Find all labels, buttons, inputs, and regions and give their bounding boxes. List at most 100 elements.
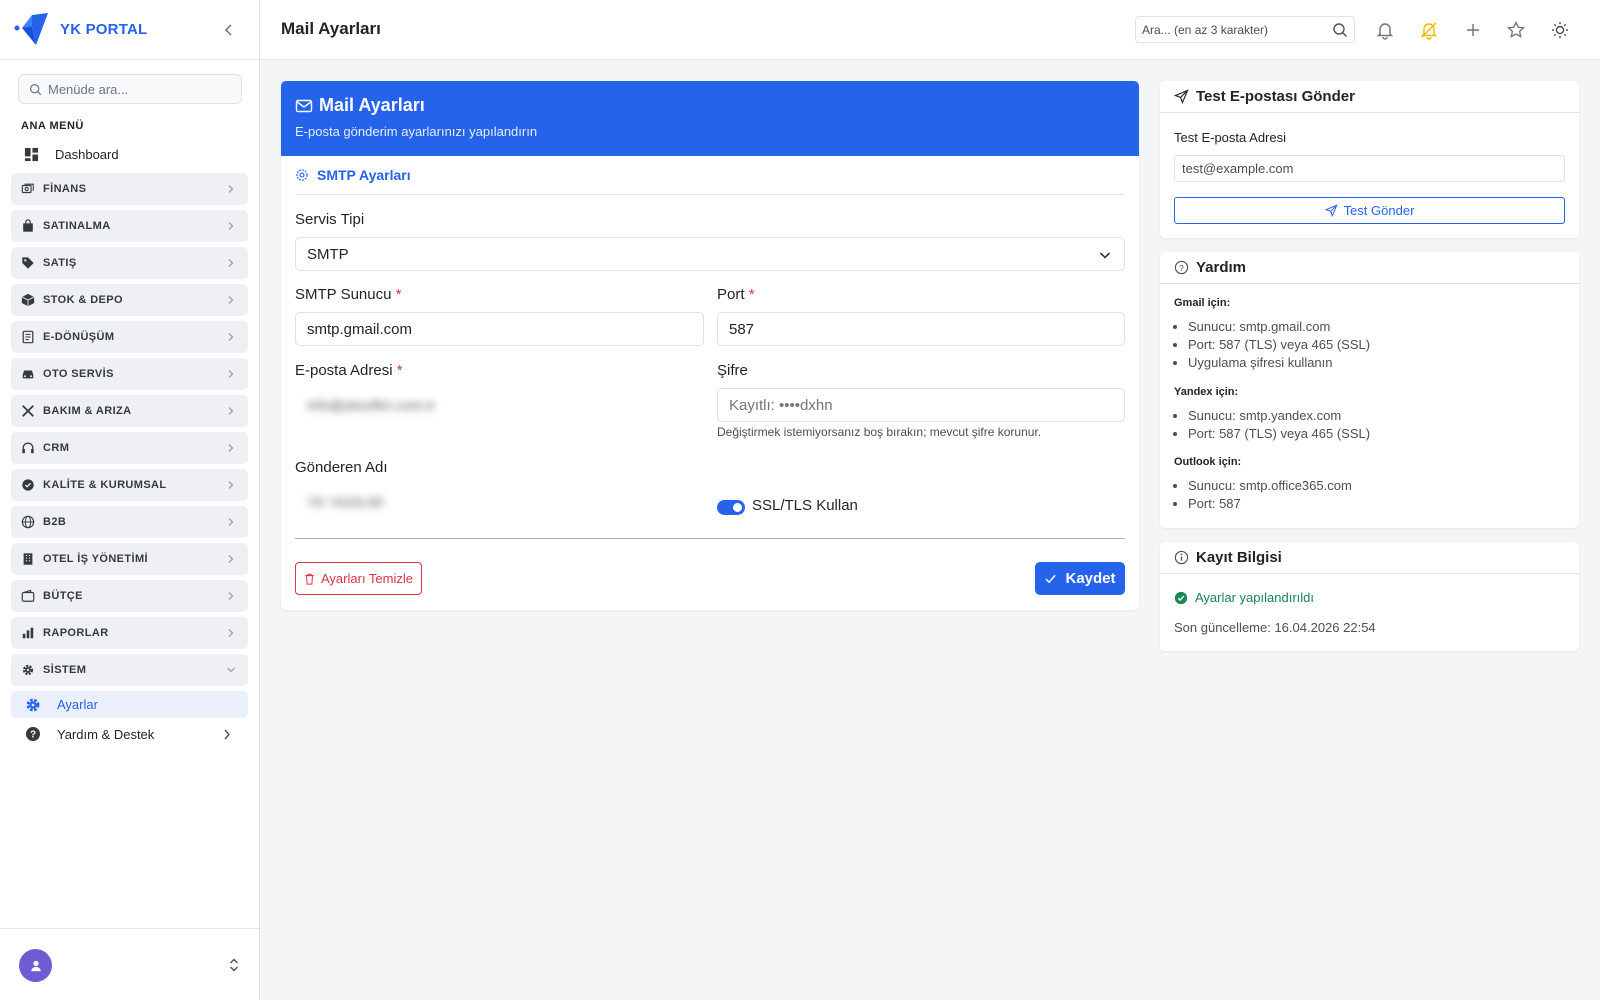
yandex-heading: Yandex için: <box>1174 386 1239 398</box>
chevron-right-icon <box>228 481 234 489</box>
help-card: ? Yardım Gmail için: Sunucu: smtp.gmail.… <box>1160 252 1579 528</box>
gmail-list: Sunucu: smtp.gmail.com Port: 587 (TLS) v… <box>1188 318 1370 372</box>
sidebar-group-label: KALİTE & KURUMSAL <box>43 479 167 491</box>
password-label: Şifre <box>717 362 748 379</box>
send-test-button[interactable]: Test Gönder <box>1174 197 1565 224</box>
envelope-icon <box>295 99 313 112</box>
smtp-server-input[interactable] <box>307 320 692 338</box>
sidebar-group-sistem[interactable]: SİSTEM <box>11 654 248 686</box>
sidebar-item-dashboard[interactable]: Dashboard <box>12 142 248 166</box>
sidebar-group-otel[interactable]: OTEL İŞ YÖNETİMİ <box>11 543 248 575</box>
clear-settings-button[interactable]: Ayarları Temizle <box>295 562 422 595</box>
chevron-up-down-icon[interactable] <box>228 958 240 972</box>
card-header: Mail Ayarları E-posta gönderim ayarların… <box>281 81 1139 156</box>
chevron-right-icon <box>228 555 234 563</box>
password-field[interactable] <box>717 388 1125 422</box>
sidebar-group-raporlar[interactable]: RAPORLAR <box>11 617 248 649</box>
chevron-right-icon <box>228 518 234 526</box>
question-circle-icon: ? <box>1174 260 1189 275</box>
car-icon <box>22 370 34 379</box>
test-email-input[interactable] <box>1182 161 1557 176</box>
bell-off-icon[interactable] <box>1419 20 1439 40</box>
sidebar-group-oto-servis[interactable]: OTO SERVİS <box>11 358 248 390</box>
service-type-select[interactable]: SMTP <box>295 237 1125 271</box>
chevron-right-icon <box>228 629 234 637</box>
collapse-sidebar-icon[interactable] <box>221 22 237 38</box>
chevron-right-icon <box>224 729 230 740</box>
sender-name-field[interactable]: YK YAZILIM <box>295 485 704 519</box>
box-icon <box>21 293 35 307</box>
password-input[interactable] <box>729 396 1113 414</box>
gear-icon <box>296 169 308 181</box>
star-icon[interactable] <box>1506 20 1526 40</box>
check-icon <box>1045 574 1057 584</box>
sidebar-group-kalite-kurumsal[interactable]: KALİTE & KURUMSAL <box>11 469 248 501</box>
sidebar-group-satis[interactable]: SATIŞ <box>11 247 248 279</box>
sidebar-item-label: Ayarlar <box>57 697 98 712</box>
help-header: ? Yardım <box>1160 252 1579 284</box>
sidebar-group-label: STOK & DEPO <box>43 294 123 306</box>
menu-search-input[interactable] <box>48 81 228 97</box>
search-icon[interactable] <box>1332 22 1348 38</box>
status-text: Ayarlar yapılandırıldı <box>1195 590 1314 605</box>
avatar[interactable] <box>19 949 52 982</box>
port-field[interactable] <box>717 312 1125 346</box>
list-item: Port: 587 (TLS) veya 465 (SSL) <box>1188 425 1370 443</box>
page-title: Mail Ayarları <box>281 19 381 38</box>
send-icon <box>1174 89 1189 104</box>
question-circle-icon: ? <box>26 727 40 741</box>
svg-text:?: ? <box>30 730 36 741</box>
sender-name-label: Gönderen Adı <box>295 459 388 476</box>
global-search[interactable] <box>1135 16 1355 43</box>
chevron-right-icon <box>228 259 234 267</box>
sidebar-item-ayarlar[interactable]: Ayarlar <box>11 691 248 718</box>
sidebar-group-label: SİSTEM <box>43 664 87 676</box>
sidebar-group-label: SATIŞ <box>43 257 77 269</box>
test-email-field[interactable] <box>1174 155 1565 182</box>
sidebar-group-label: B2B <box>43 516 67 528</box>
record-info-header: Kayıt Bilgisi <box>1160 542 1579 574</box>
sidebar-group-stok-depo[interactable]: STOK & DEPO <box>11 284 248 316</box>
tag-icon <box>22 257 34 269</box>
help-title: Yardım <box>1196 259 1247 276</box>
menu-search[interactable] <box>18 74 242 104</box>
save-button[interactable]: Kaydet <box>1035 562 1125 595</box>
chevron-right-icon <box>228 222 234 230</box>
sidebar-group-label: OTEL İŞ YÖNETİMİ <box>43 553 149 565</box>
list-item: Sunucu: smtp.gmail.com <box>1188 318 1370 336</box>
svg-text:?: ? <box>1179 263 1184 273</box>
ssl-toggle[interactable] <box>717 500 745 515</box>
bell-icon[interactable] <box>1375 20 1395 40</box>
sidebar: YK PORTAL ANA MENÜ Dashboard FİNANS SATI… <box>0 0 260 1000</box>
card-title: Mail Ayarları <box>319 95 425 115</box>
sidebar-group-crm[interactable]: CRM <box>11 432 248 464</box>
sidebar-group-bakim-ariza[interactable]: BAKIM & ARIZA <box>11 395 248 427</box>
brand[interactable]: YK PORTAL <box>0 0 259 60</box>
test-email-card: Test E-postası Gönder Test E-posta Adres… <box>1160 81 1579 238</box>
email-value[interactable]: info@yksoftm.com.tr <box>307 397 435 413</box>
sidebar-group-label: BAKIM & ARIZA <box>43 405 132 417</box>
sidebar-item-help[interactable]: ? Yardım & Destek <box>11 721 248 747</box>
sidebar-group-label: FİNANS <box>43 183 87 195</box>
port-input[interactable] <box>729 320 1113 338</box>
tools-icon <box>22 405 34 417</box>
sidebar-group-b2b[interactable]: B2B <box>11 506 248 538</box>
info-icon <box>1174 550 1189 565</box>
sidebar-group-butce[interactable]: BÜTÇE <box>11 580 248 612</box>
chevron-right-icon <box>228 444 234 452</box>
record-info-title: Kayıt Bilgisi <box>1196 549 1282 566</box>
plus-icon[interactable] <box>1463 20 1483 40</box>
sender-name-value[interactable]: YK YAZILIM <box>307 494 383 510</box>
email-label: E-posta Adresi * <box>295 362 403 379</box>
sun-icon[interactable] <box>1550 20 1570 40</box>
gear-icon <box>26 698 40 711</box>
chevron-down-icon <box>227 667 235 673</box>
global-search-input[interactable] <box>1142 22 1327 37</box>
email-field[interactable]: info@yksoftm.com.tr <box>295 388 704 422</box>
sidebar-item-label: Dashboard <box>55 146 119 162</box>
smtp-server-field[interactable] <box>295 312 704 346</box>
sidebar-group-satinalma[interactable]: SATINALMA <box>11 210 248 242</box>
check-circle-icon <box>1174 591 1188 604</box>
sidebar-group-finans[interactable]: FİNANS <box>11 173 248 205</box>
sidebar-group-e-donusum[interactable]: E-DÖNÜŞÜM <box>11 321 248 353</box>
